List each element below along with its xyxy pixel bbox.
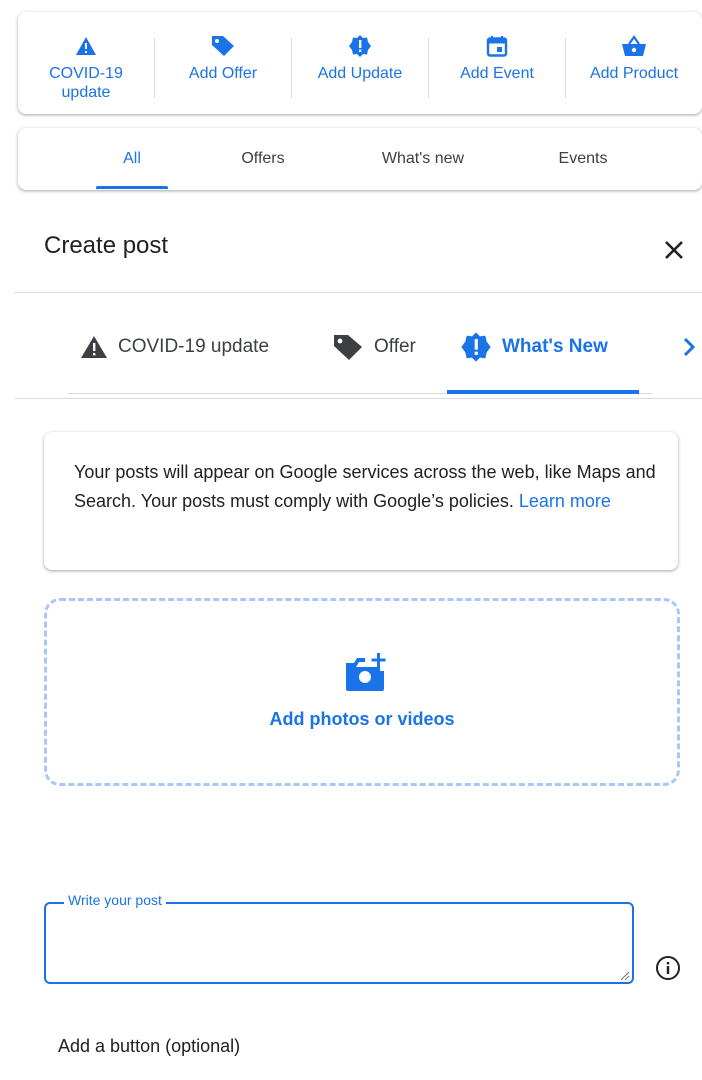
policy-notice-text: Your posts will appear on Google service… bbox=[74, 458, 664, 516]
add-media-label: Add photos or videos bbox=[269, 709, 455, 729]
post-type-toolbar: COVID-19 update Add Offer Add Update Add … bbox=[18, 12, 702, 114]
basket-icon bbox=[621, 34, 647, 58]
tab-events[interactable]: Events bbox=[538, 128, 628, 190]
post-tab-active-indicator bbox=[447, 390, 639, 394]
update-badge-icon bbox=[348, 34, 372, 58]
calendar-icon bbox=[486, 34, 508, 58]
add-update-label: Add Update bbox=[317, 65, 403, 82]
filter-tabs: All Offers What's new Events bbox=[18, 128, 702, 190]
add-product-label: Add Product bbox=[589, 65, 679, 82]
post-tab-covid-label: COVID-19 update bbox=[118, 336, 270, 357]
post-tab-covid[interactable]: COVID-19 update bbox=[80, 330, 269, 364]
tab-all[interactable]: All bbox=[96, 128, 168, 190]
dialog-title: Create post bbox=[44, 232, 169, 259]
post-tab-offer[interactable]: Offer bbox=[332, 330, 416, 364]
tab-whats-new[interactable]: What's new bbox=[358, 128, 488, 190]
learn-more-link[interactable]: Learn more bbox=[519, 491, 611, 511]
add-event-label: Add Event bbox=[460, 65, 534, 82]
policy-notice: Your posts will appear on Google service… bbox=[44, 432, 678, 570]
post-tab-whats-new-label: What's New bbox=[502, 336, 608, 357]
info-icon[interactable] bbox=[654, 954, 682, 987]
add-event-action[interactable]: Add Event bbox=[429, 12, 565, 114]
chevron-right-icon[interactable] bbox=[682, 336, 696, 363]
post-tab-offer-label: Offer bbox=[374, 336, 416, 357]
warning-icon bbox=[81, 336, 107, 358]
tag-icon bbox=[334, 335, 362, 360]
add-offer-label: Add Offer bbox=[188, 65, 258, 82]
add-media-dropzone[interactable]: Add photos or videos bbox=[44, 598, 680, 786]
add-update-action[interactable]: Add Update bbox=[292, 12, 428, 114]
add-photo-icon bbox=[343, 653, 387, 698]
covid-update-action[interactable]: COVID-19 update bbox=[18, 12, 154, 114]
tab-offers[interactable]: Offers bbox=[218, 128, 308, 190]
close-icon[interactable] bbox=[660, 236, 688, 264]
active-tab-indicator bbox=[96, 186, 168, 189]
resize-handle[interactable] bbox=[620, 968, 630, 986]
update-badge-icon bbox=[461, 332, 491, 362]
add-button-heading: Add a button (optional) bbox=[58, 1036, 241, 1056]
post-tab-whats-new[interactable]: What's New bbox=[460, 330, 608, 364]
tag-icon bbox=[210, 34, 236, 58]
header-divider bbox=[14, 292, 702, 293]
covid-update-label: COVID-19 update bbox=[49, 65, 123, 101]
post-field-label: Write your post bbox=[64, 892, 166, 908]
warning-icon bbox=[75, 34, 97, 58]
add-offer-action[interactable]: Add Offer bbox=[155, 12, 291, 114]
post-text-field[interactable] bbox=[44, 902, 634, 984]
add-product-action[interactable]: Add Product bbox=[566, 12, 702, 114]
tabs-divider bbox=[14, 398, 702, 399]
